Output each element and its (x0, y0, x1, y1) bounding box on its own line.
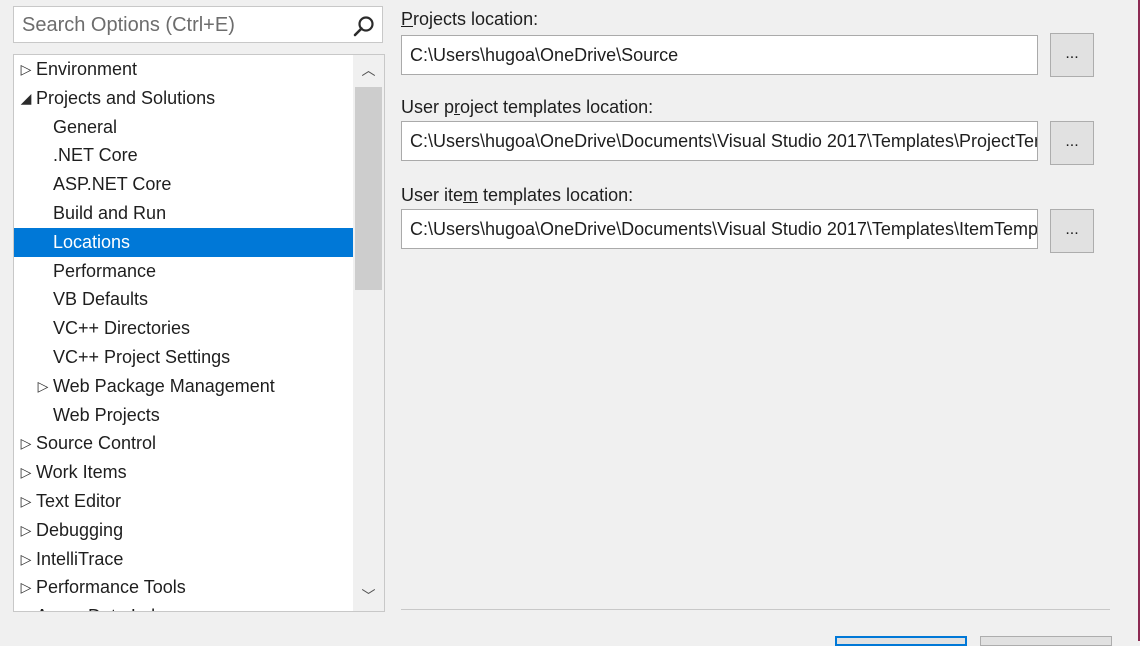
footer-divider (401, 609, 1110, 610)
tree-item-label: Performance Tools (36, 577, 186, 598)
item-templates-location-value: C:\Users\hugoa\OneDrive\Documents\Visual… (410, 219, 1038, 239)
tree-item-label: Source Control (36, 433, 157, 454)
tree-item-label: ASP.NET Core (53, 174, 172, 195)
options-tree-list: ▷ Environment ◢ Projects and Solutions Gener… (14, 55, 353, 611)
tree-item-asp-net-core[interactable]: ASP.NET Core (14, 170, 353, 199)
expand-arrow-icon[interactable]: ▷ (19, 516, 33, 545)
tree-item-label: .NET Core (53, 145, 138, 166)
tree-item-debugging[interactable]: ▷ Debugging (14, 516, 353, 545)
tree-item-label: Performance (53, 260, 157, 281)
tree-item-source-control[interactable]: ▷ Source Control (14, 429, 353, 458)
tree-item-environment[interactable]: ▷ Environment (14, 55, 353, 84)
projects-location-field[interactable]: C:\Users\hugoa\OneDrive\Source (401, 35, 1038, 75)
tree-item-performance[interactable]: Performance (14, 257, 353, 286)
options-tree[interactable]: ▷ Environment ◢ Projects and Solutions Gener… (13, 54, 385, 612)
tree-item-vc-directories[interactable]: VC++ Directories (14, 314, 353, 343)
projects-location-label: Projects location: (401, 9, 539, 29)
tree-item-label: Build and Run (53, 202, 167, 223)
expand-arrow-icon[interactable]: ▷ (19, 55, 33, 84)
tree-item-label: Work Items (36, 462, 127, 483)
tree-scrollbar[interactable]: ︿ ﹀ (353, 55, 384, 611)
tree-item-projects-and-solutions[interactable]: ◢ Projects and Solutions (14, 84, 353, 113)
expand-arrow-icon[interactable]: ▷ (19, 458, 33, 487)
tree-item-label: Web Projects (53, 404, 160, 425)
tree-item-vb-defaults[interactable]: VB Defaults (14, 285, 353, 314)
project-templates-location-field[interactable]: C:\Users\hugoa\OneDrive\Documents\Visual… (401, 121, 1038, 161)
tree-item-build-and-run[interactable]: Build and Run (14, 199, 353, 228)
tree-item-locations[interactable]: Locations (14, 227, 353, 257)
tree-item-text-editor[interactable]: ▷ Text Editor (14, 487, 353, 516)
tree-item-intellitrace[interactable]: ▷ IntelliTrace (14, 545, 353, 574)
tree-item-label: Azure Data Lake (36, 602, 170, 611)
tree-item-general[interactable]: General (14, 113, 353, 142)
project-templates-location-label: User project templates location: (401, 97, 654, 117)
tree-item-label: VC++ Directories (53, 318, 191, 339)
item-templates-location-label: User item templates location: (401, 185, 634, 205)
tree-item-label: Debugging (36, 519, 124, 540)
search-box[interactable] (13, 6, 383, 43)
tree-item-label: Environment (36, 59, 138, 79)
tree-item-label: General (53, 116, 118, 137)
tree-item-label: Projects and Solutions (36, 87, 216, 108)
scroll-up-icon[interactable]: ︿ (353, 55, 384, 85)
expand-arrow-icon[interactable]: ▷ (36, 372, 50, 401)
tree-item-label: VC++ Project Settings (53, 346, 231, 367)
tree-item-net-core[interactable]: .NET Core (14, 141, 353, 170)
scroll-thumb[interactable] (355, 87, 382, 290)
expand-arrow-icon[interactable]: ▷ (19, 573, 33, 602)
ok-button[interactable] (835, 636, 967, 646)
search-icon[interactable] (352, 14, 376, 38)
tree-item-label: VB Defaults (53, 289, 149, 310)
tree-item-label: Locations (53, 231, 131, 252)
scroll-down-icon[interactable]: ﹀ (353, 581, 384, 611)
project-templates-browse-button[interactable]: ... (1050, 121, 1094, 165)
cancel-button[interactable] (980, 636, 1112, 646)
collapse-arrow-icon[interactable]: ◢ (19, 84, 33, 113)
tree-item-performance-tools[interactable]: ▷ Performance Tools (14, 573, 353, 602)
expand-arrow-icon[interactable]: ▷ (19, 602, 33, 611)
projects-location-browse-button[interactable]: ... (1050, 33, 1094, 77)
projects-location-value: C:\Users\hugoa\OneDrive\Source (410, 45, 679, 65)
item-templates-browse-button[interactable]: ... (1050, 209, 1094, 253)
item-templates-location-field[interactable]: C:\Users\hugoa\OneDrive\Documents\Visual… (401, 209, 1038, 249)
tree-item-web-projects[interactable]: Web Projects (14, 401, 353, 430)
expand-arrow-icon[interactable]: ▷ (19, 545, 33, 574)
project-templates-location-value: C:\Users\hugoa\OneDrive\Documents\Visual… (410, 131, 1038, 151)
tree-item-azure-data-lake[interactable]: ▷Azure Data Lake (14, 602, 353, 611)
search-input[interactable] (22, 12, 342, 38)
tree-item-work-items[interactable]: ▷ Work Items (14, 458, 353, 487)
tree-item-label: IntelliTrace (36, 548, 124, 569)
tree-item-web-package-management[interactable]: ▷ Web Package Management (14, 372, 353, 401)
tree-item-label: Text Editor (36, 490, 122, 511)
tree-item-vc-project-settings[interactable]: VC++ Project Settings (14, 343, 353, 372)
expand-arrow-icon[interactable]: ▷ (19, 487, 33, 516)
expand-arrow-icon[interactable]: ▷ (19, 429, 33, 458)
tree-item-label: Web Package Management (53, 375, 275, 396)
